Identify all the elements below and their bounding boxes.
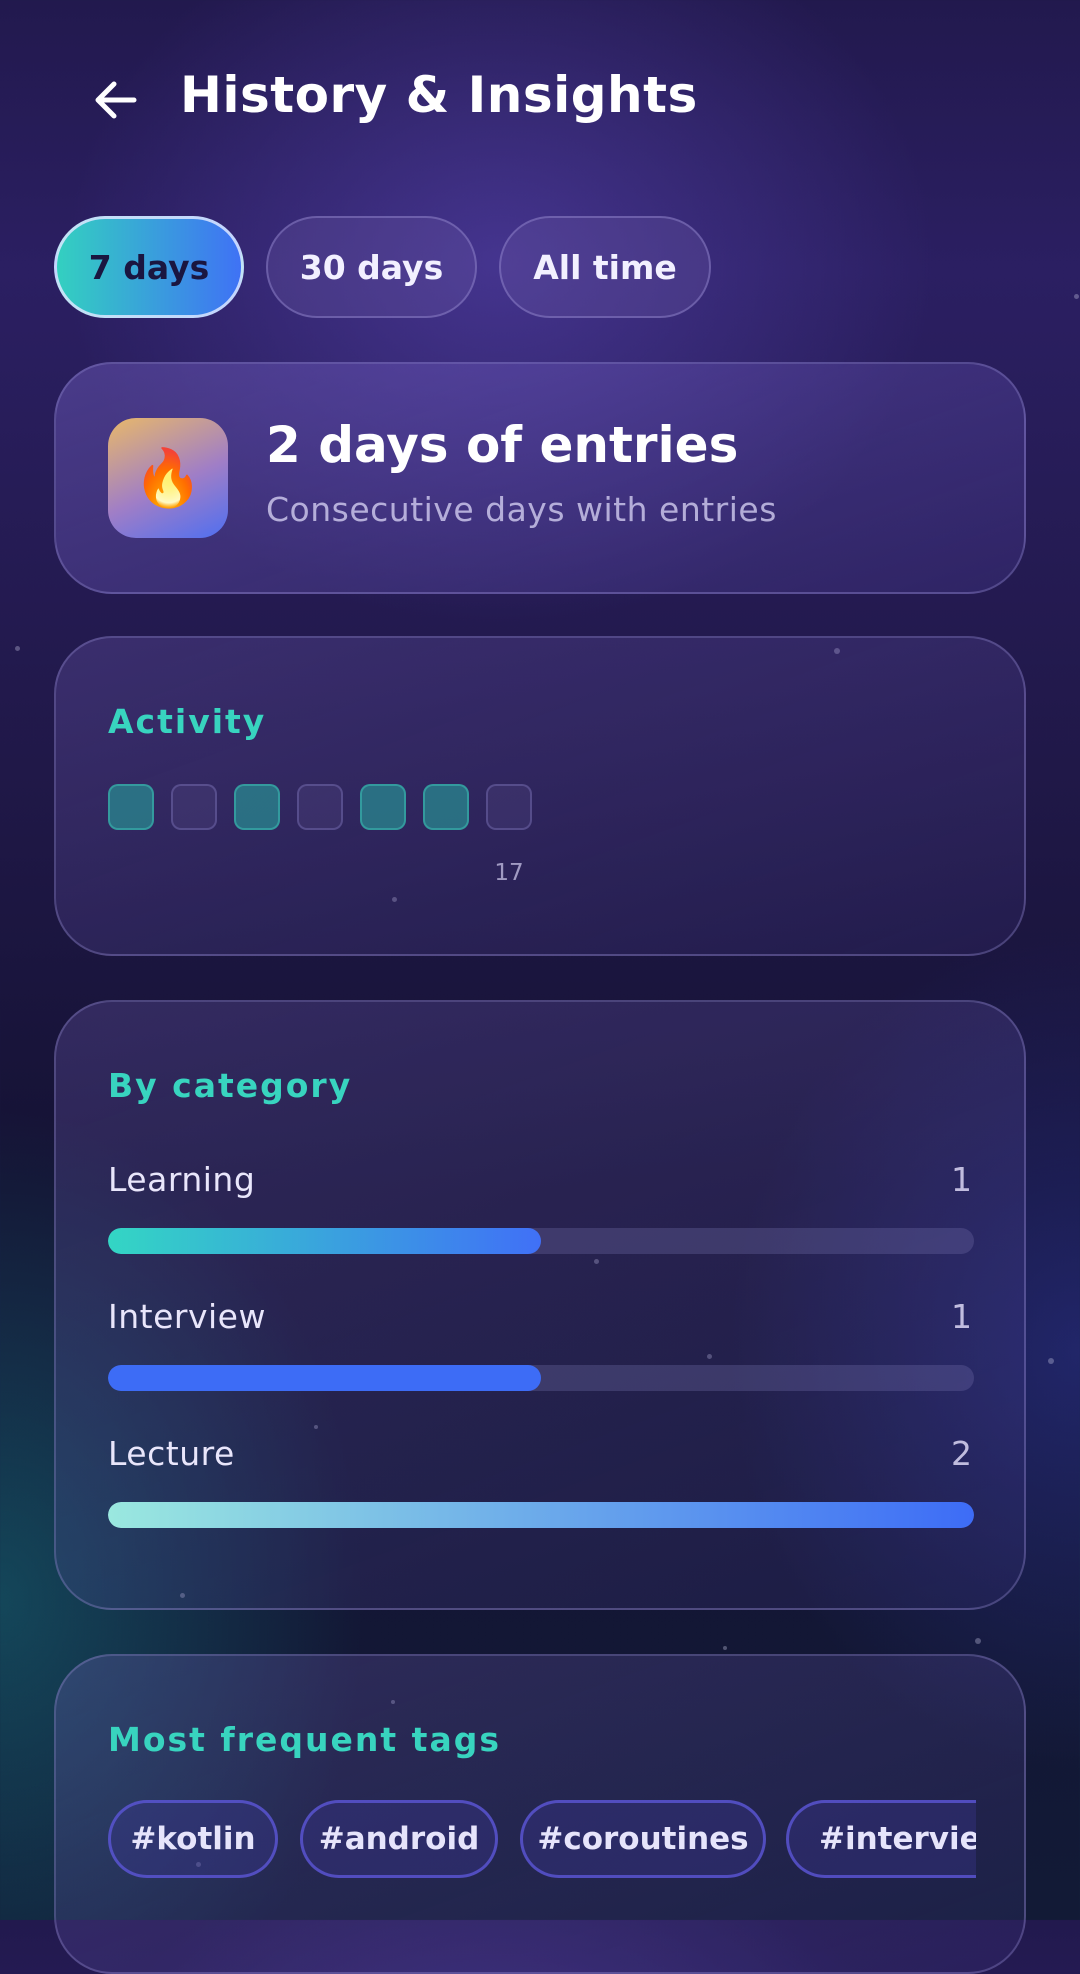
category-heading: By category: [108, 1066, 353, 1105]
activity-day-label: 17: [494, 860, 524, 886]
activity-day-cell: [297, 784, 343, 830]
range-chip-7-days[interactable]: 7 days: [54, 216, 244, 318]
activity-day-cell: [423, 784, 469, 830]
back-button[interactable]: [88, 72, 144, 128]
category-bar-fill-interview: [108, 1365, 541, 1391]
tag-chip-coroutines[interactable]: #coroutines: [520, 1800, 766, 1878]
category-label-lecture: Lecture: [108, 1434, 235, 1473]
range-chip-30-days[interactable]: 30 days: [266, 216, 477, 318]
category-bar-fill-learning: [108, 1228, 541, 1254]
streak-title: 2 days of entries: [266, 416, 739, 474]
activity-day-cell: [234, 784, 280, 830]
activity-day-cell: [108, 784, 154, 830]
tag-chip-interview[interactable]: #interview: [786, 1800, 976, 1878]
activity-day-cell: [486, 784, 532, 830]
category-bar-fill-lecture: [108, 1502, 974, 1528]
streak-subtitle: Consecutive days with entries: [266, 490, 777, 529]
sparkle-dot: [723, 1646, 727, 1650]
activity-heading: Activity: [108, 702, 267, 741]
category-count-interview: 1: [951, 1297, 972, 1336]
tag-chip-kotlin[interactable]: #kotlin: [108, 1800, 278, 1878]
tags-card: Most frequent tags #kotlin #android #cor…: [54, 1654, 1026, 1974]
sparkle-dot: [975, 1638, 981, 1644]
arrow-left-icon: [95, 81, 137, 119]
category-count-learning: 1: [951, 1160, 972, 1199]
streak-card: 🔥 2 days of entries Consecutive days wit…: [54, 362, 1026, 594]
activity-day-cell: [360, 784, 406, 830]
category-bar-learning: [108, 1228, 974, 1254]
tag-chip-android[interactable]: #android: [300, 1800, 498, 1878]
sparkle-dot: [1048, 1358, 1054, 1364]
top-app-bar: History & Insights: [0, 0, 1080, 200]
category-bar-interview: [108, 1365, 974, 1391]
category-bar-lecture: [108, 1502, 974, 1528]
category-count-lecture: 2: [951, 1434, 972, 1473]
range-chip-all-time[interactable]: All time: [499, 216, 711, 318]
category-label-learning: Learning: [108, 1160, 256, 1199]
category-label-interview: Interview: [108, 1297, 266, 1336]
tags-row: #kotlin #android #coroutines #interview: [56, 1656, 976, 1972]
activity-card: Activity 17: [54, 636, 1026, 956]
category-card: By category Learning 1 Interview 1 Lectu…: [54, 1000, 1026, 1610]
sparkle-dot: [15, 646, 20, 651]
page-title: History & Insights: [180, 66, 698, 124]
sparkle-dot: [1074, 294, 1079, 299]
activity-day-cell: [171, 784, 217, 830]
flame-icon: 🔥: [108, 418, 228, 538]
